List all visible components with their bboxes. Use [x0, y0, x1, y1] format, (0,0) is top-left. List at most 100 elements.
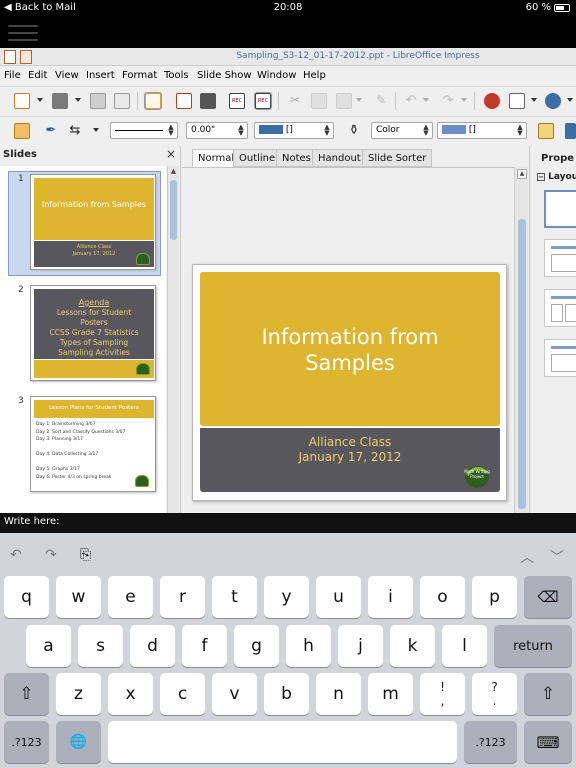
backspace-key[interactable]: ⌫ — [524, 576, 572, 618]
layout-two-content[interactable] — [544, 289, 576, 327]
layout-title-only[interactable] — [544, 339, 576, 377]
scroll-up-icon[interactable]: ▲ — [517, 169, 527, 179]
slides-scrollbar[interactable]: ▲ — [167, 166, 179, 513]
undo-icon[interactable]: ↶ — [403, 93, 419, 109]
undo-dropdown-icon[interactable] — [423, 98, 429, 102]
menu-file[interactable]: File — [4, 70, 21, 81]
key-w[interactable]: w — [56, 576, 101, 618]
key-f[interactable]: f — [182, 625, 227, 667]
key-i[interactable]: i — [368, 576, 413, 618]
edit-mode-icon[interactable] — [144, 92, 162, 110]
key-p[interactable]: p — [472, 576, 517, 618]
table-dropdown-icon[interactable] — [531, 98, 537, 102]
autospellcheck-icon[interactable]: REC — [254, 92, 272, 110]
open-dropdown-icon[interactable] — [75, 98, 81, 102]
close-icon[interactable]: × — [166, 147, 176, 161]
slide-thumbnail-3[interactable]: Lesson Plans for Student Posters Day 1: … — [30, 396, 156, 492]
slide-subtitle-placeholder[interactable]: Alliance Class January 17, 2012 Math Wri… — [200, 428, 500, 492]
paste-icon[interactable] — [336, 93, 352, 109]
key-q[interactable]: q — [4, 576, 49, 618]
key-z[interactable]: z — [56, 673, 101, 715]
numbers-key[interactable]: .?123 — [4, 721, 49, 763]
menu-help[interactable]: Help — [303, 70, 326, 81]
redo-dropdown-icon[interactable] — [461, 98, 467, 102]
save-icon[interactable] — [90, 93, 106, 109]
previous-field-icon[interactable]: ︿ — [520, 547, 534, 567]
key-n[interactable]: n — [316, 673, 361, 715]
current-slide[interactable]: Information from Samples Alliance Class … — [192, 264, 507, 501]
tab-outline[interactable]: Outline — [233, 149, 282, 167]
slide-canvas[interactable]: Information from Samples Alliance Class … — [182, 167, 514, 513]
more-dropdown-icon[interactable] — [567, 98, 573, 102]
menu-edit[interactable]: Edit — [28, 70, 47, 81]
layout-blank[interactable] — [544, 190, 576, 228]
menu-format[interactable]: Format — [122, 70, 157, 81]
scroll-up-icon[interactable]: ▲ — [169, 167, 178, 177]
area-style-select[interactable]: Color ▲ ▼ — [371, 122, 433, 139]
key-s[interactable]: s — [78, 625, 123, 667]
open-icon[interactable] — [52, 93, 68, 109]
tab-slide-sorter[interactable]: Slide Sorter — [362, 149, 433, 167]
line-style-select[interactable]: ▲ ▼ — [110, 122, 178, 139]
write-here-bar[interactable]: Write here: — [0, 513, 576, 533]
redo-icon[interactable]: ↷ — [45, 547, 57, 563]
paste-icon[interactable]: ⎘ — [80, 547, 91, 563]
line-width-field[interactable]: 0.00" ▲ ▼ — [186, 122, 248, 139]
menu-icon[interactable] — [8, 20, 38, 42]
scrollbar-thumb[interactable] — [170, 180, 177, 240]
space-key[interactable] — [108, 721, 457, 763]
collapse-icon[interactable]: − — [537, 173, 545, 181]
key-question-period[interactable]: ? . — [472, 673, 517, 715]
editor-scrollbar[interactable]: ▲ — [514, 167, 528, 513]
key-j[interactable]: j — [338, 625, 383, 667]
hide-keyboard-icon[interactable]: ⌨ — [524, 721, 572, 763]
left-shift-key[interactable]: ⇧ — [4, 673, 49, 715]
tab-notes[interactable]: Notes — [276, 149, 317, 167]
right-shift-key[interactable]: ⇧ — [524, 673, 572, 715]
numbers-key-right[interactable]: .?123 — [464, 721, 517, 763]
undo-icon[interactable]: ↶ — [10, 547, 22, 563]
menu-insert[interactable]: Insert — [86, 70, 115, 81]
key-a[interactable]: a — [26, 625, 71, 667]
scrollbar-thumb[interactable] — [518, 219, 526, 509]
menu-view[interactable]: View — [55, 70, 79, 81]
slide-thumbnail-1[interactable]: Information from Samples Alliance Class … — [30, 174, 156, 270]
layouts-section-header[interactable]: − Layou — [537, 172, 576, 182]
key-d[interactable]: d — [130, 625, 175, 667]
select-icon[interactable] — [14, 123, 30, 139]
key-b[interactable]: b — [264, 673, 309, 715]
slide-thumbnail-2[interactable]: Agenda Lessons for Student Posters CCSS … — [30, 285, 156, 381]
layout-title-content[interactable] — [544, 239, 576, 277]
menu-window[interactable]: Window — [257, 70, 296, 81]
area-icon[interactable]: ⚱ — [346, 123, 362, 139]
key-o[interactable]: o — [420, 576, 465, 618]
tab-handout[interactable]: Handout — [312, 149, 367, 167]
line-color-select[interactable]: [] ▲ ▼ — [254, 122, 334, 139]
menu-tools[interactable]: Tools — [164, 70, 189, 81]
key-k[interactable]: k — [390, 625, 435, 667]
key-c[interactable]: c — [160, 673, 205, 715]
key-h[interactable]: h — [286, 625, 331, 667]
key-exclamation-comma[interactable]: ! , — [420, 673, 465, 715]
arrow-style-icon[interactable]: ⇆ — [67, 123, 83, 139]
key-g[interactable]: g — [234, 625, 279, 667]
key-x[interactable]: x — [108, 673, 153, 715]
key-e[interactable]: e — [108, 576, 153, 618]
shadow-icon[interactable] — [538, 123, 554, 139]
key-y[interactable]: y — [264, 576, 309, 618]
new-dropdown-icon[interactable] — [37, 98, 43, 102]
key-v[interactable]: v — [212, 673, 257, 715]
spellcheck-icon[interactable]: REC — [229, 93, 245, 109]
slide-title-placeholder[interactable]: Information from Samples — [200, 272, 500, 426]
key-m[interactable]: m — [368, 673, 413, 715]
fill-color-select[interactable]: [] ▲ ▼ — [437, 122, 527, 139]
return-key[interactable]: return — [494, 625, 572, 667]
key-r[interactable]: r — [160, 576, 205, 618]
globe-icon[interactable]: 🌐 — [56, 721, 101, 763]
arrow-dropdown-icon[interactable] — [93, 128, 99, 132]
export-pdf-icon[interactable] — [176, 93, 192, 109]
paste-dropdown-icon[interactable] — [356, 98, 362, 102]
email-icon[interactable] — [114, 93, 130, 109]
menu-slide-show[interactable]: Slide Show — [197, 70, 252, 81]
image-icon[interactable] — [545, 93, 561, 109]
